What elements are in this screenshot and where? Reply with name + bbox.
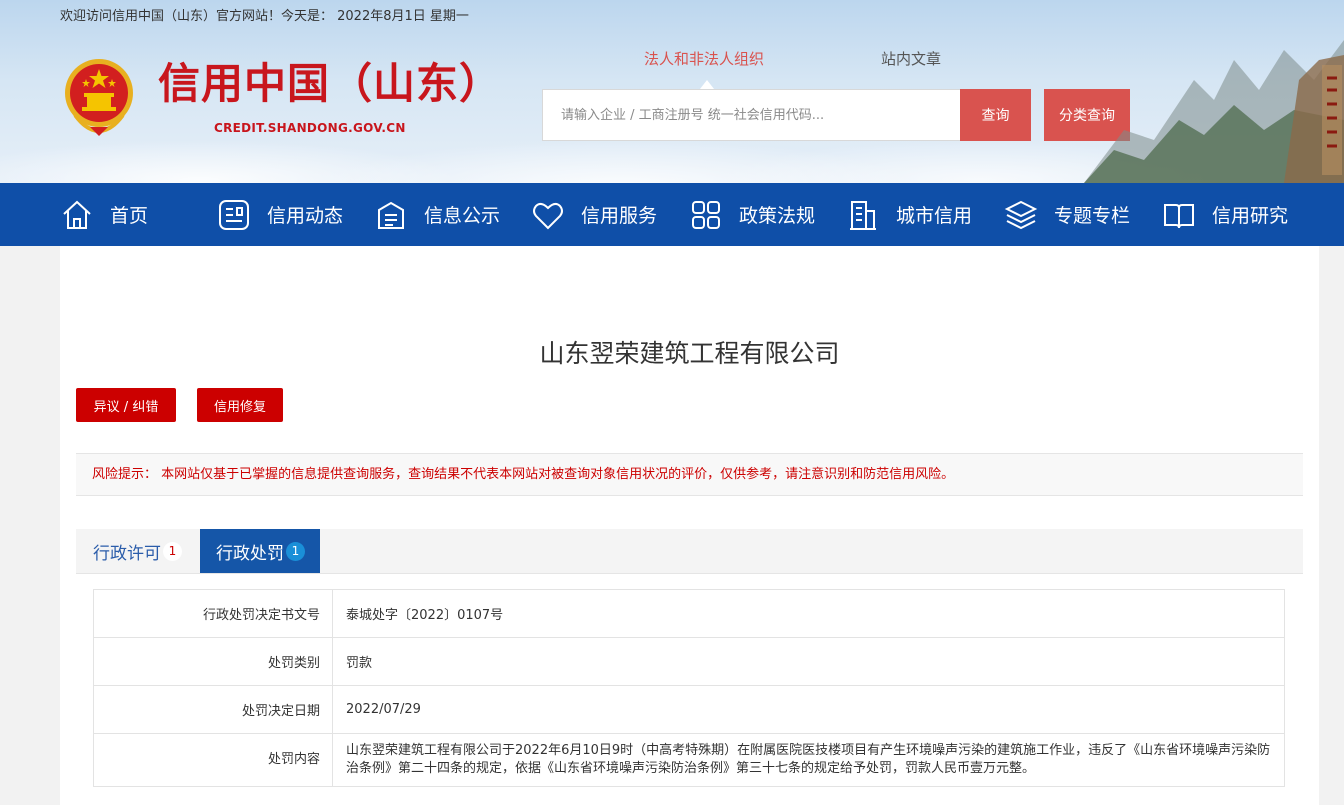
nav-item-city-credit[interactable]: 城市信用 xyxy=(846,183,972,246)
nav-item-policy[interactable]: 政策法规 xyxy=(689,183,815,246)
news-icon xyxy=(219,199,249,230)
tab-administrative-penalty[interactable]: 行政处罚 1 xyxy=(200,529,320,573)
risk-notice: 风险提示： 本网站仅基于已掌握的信息提供查询服务，查询结果不代表本网站对被查询对… xyxy=(76,453,1303,496)
nav-item-special-topics[interactable]: 专题专栏 xyxy=(1004,183,1130,246)
grid-icon xyxy=(692,200,720,229)
tab-label: 行政处罚 xyxy=(216,543,284,564)
nav-item-credit-service[interactable]: 信用服务 xyxy=(531,183,657,246)
search-tab-organizations[interactable]: 法人和非法人组织 xyxy=(644,48,764,69)
notice-icon xyxy=(378,201,404,229)
heart-icon xyxy=(533,202,563,229)
nav-item-credit-news[interactable]: 信用动态 xyxy=(217,183,343,246)
penalty-panel: 行政处罚决定书文号 泰城处字〔2022〕0107号 处罚类别 罚款 处罚决定日期… xyxy=(76,573,1303,805)
site-header: 欢迎访问信用中国（山东）官方网站！今天是： 2022年8月1日 星期一 信用中国… xyxy=(0,0,1344,183)
nav-item-home[interactable]: 首页 xyxy=(60,183,148,246)
field-value: 罚款 xyxy=(332,637,1285,686)
home-icon xyxy=(63,200,91,229)
company-name: 山东翌荣建筑工程有限公司 xyxy=(539,339,840,368)
tab-label: 行政许可 xyxy=(93,543,161,564)
table-row: 处罚决定日期 2022/07/29 xyxy=(93,685,1285,734)
penalty-details-table: 行政处罚决定书文号 泰城处字〔2022〕0107号 处罚类别 罚款 处罚决定日期… xyxy=(93,589,1285,787)
welcome-text: 欢迎访问信用中国（山东）官方网站！今天是： 2022年8月1日 星期一 xyxy=(60,9,469,24)
site-name[interactable]: 信用中国（山东） xyxy=(158,58,502,110)
national-emblem-icon[interactable] xyxy=(62,57,136,137)
building-icon xyxy=(850,200,876,230)
book-icon xyxy=(1164,203,1194,228)
main-content: 山东翌荣建筑工程有限公司 异议 / 纠错 信用修复 风险提示： 本网站仅基于已掌… xyxy=(60,246,1319,805)
field-value: 山东翌荣建筑工程有限公司于2022年6月10日9时（中高考特殊期）在附属医院医技… xyxy=(332,733,1285,787)
field-label: 处罚决定日期 xyxy=(93,685,333,734)
count-badge: 1 xyxy=(163,541,182,561)
main-nav: 首页 信用动态 信息公示 信用服务 政策法规 城市信用 专题专栏 信用研究 xyxy=(0,183,1344,246)
record-tabs: 行政许可 1 行政处罚 1 xyxy=(76,529,1303,573)
field-value: 泰城处字〔2022〕0107号 xyxy=(332,589,1285,638)
table-row: 处罚内容 山东翌荣建筑工程有限公司于2022年6月10日9时（中高考特殊期）在附… xyxy=(93,733,1285,787)
search-input[interactable] xyxy=(542,89,960,141)
tab-administrative-permit[interactable]: 行政许可 1 xyxy=(76,529,200,573)
field-label: 处罚内容 xyxy=(93,733,333,787)
mount-tai-illustration xyxy=(1084,40,1344,183)
site-domain: CREDIT.SHANDONG.GOV.CN xyxy=(214,121,406,135)
search-tab-articles[interactable]: 站内文章 xyxy=(881,48,941,69)
search-button[interactable]: 查询 xyxy=(960,89,1031,141)
table-row: 处罚类别 罚款 xyxy=(93,637,1285,686)
nav-item-info-disclosure[interactable]: 信息公示 xyxy=(374,183,500,246)
field-label: 行政处罚决定书文号 xyxy=(93,589,333,638)
table-row: 行政处罚决定书文号 泰城处字〔2022〕0107号 xyxy=(93,589,1285,638)
nav-item-credit-research[interactable]: 信用研究 xyxy=(1162,183,1288,246)
field-label: 处罚类别 xyxy=(93,637,333,686)
field-value: 2022/07/29 xyxy=(332,685,1285,734)
search-tab-caret xyxy=(700,80,714,89)
layers-icon xyxy=(1004,200,1038,229)
credit-repair-button[interactable]: 信用修复 xyxy=(197,388,283,422)
count-badge: 1 xyxy=(286,541,305,561)
objection-button[interactable]: 异议 / 纠错 xyxy=(76,388,176,422)
